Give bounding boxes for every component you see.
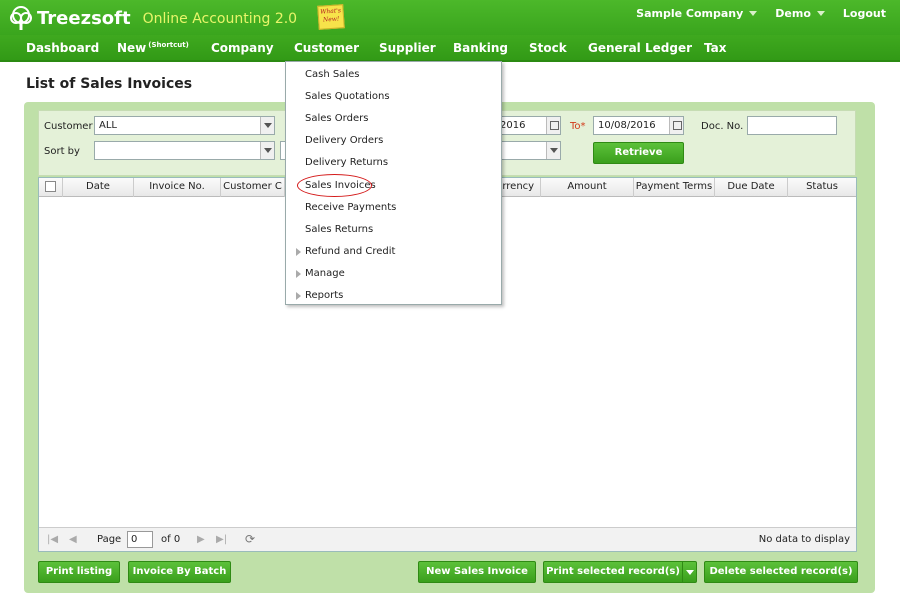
prev-page-icon[interactable]: ◀ (69, 534, 77, 545)
to-date-input[interactable]: 10/08/2016 (593, 116, 684, 135)
menu-item-label: Sales Orders (305, 113, 369, 124)
first-page-icon[interactable]: |◀ (47, 534, 58, 545)
new-sales-invoice-button[interactable]: New Sales Invoice (418, 561, 536, 583)
logo[interactable]: Treezsoft Online Accounting 2.0 (8, 5, 297, 31)
col-payment-terms[interactable]: Payment Terms (634, 178, 715, 197)
menu-item-sales-quotations[interactable]: Sales Quotations (286, 86, 501, 108)
page-count: of 0 (161, 534, 181, 545)
customer-select-value: ALL (99, 120, 117, 131)
menu-item-delivery-orders[interactable]: Delivery Orders (286, 130, 501, 152)
menu-item-label: Refund and Credit (305, 246, 396, 257)
chevron-down-icon[interactable] (546, 142, 560, 159)
menu-item-label: Cash Sales (305, 69, 360, 80)
chevron-right-icon (296, 292, 301, 300)
menu-item-manage[interactable]: Manage (286, 263, 501, 285)
menu-item-label: Sales Quotations (305, 91, 390, 102)
col-status[interactable]: Status (788, 178, 856, 197)
grid-pager: |◀ ◀ Page 0 of 0 ▶ ▶| ⟳ No data to displ… (39, 527, 856, 551)
menu-item-label: Delivery Orders (305, 135, 384, 146)
logout-link[interactable]: Logout (843, 7, 886, 20)
col-date[interactable]: Date (63, 178, 134, 197)
retrieve-button[interactable]: Retrieve (593, 142, 684, 164)
highlight-circle (297, 174, 372, 197)
col-customer-code[interactable]: Customer C (221, 178, 285, 197)
calendar-icon[interactable] (546, 117, 560, 134)
user-area: Sample Company Demo Logout (618, 7, 886, 20)
invoice-by-batch-button[interactable]: Invoice By Batch (128, 561, 231, 583)
customer-label: Customer (44, 121, 93, 132)
select-all-cell (39, 178, 63, 197)
page-number-input[interactable]: 0 (127, 531, 153, 548)
tree-logo-icon (10, 6, 32, 30)
user-menu-label: Demo (775, 7, 811, 20)
menu-item-label: Delivery Returns (305, 157, 389, 168)
grid-status: No data to display (758, 534, 850, 545)
page-label: Page (97, 534, 122, 545)
refresh-icon[interactable]: ⟳ (245, 532, 255, 546)
page-title: List of Sales Invoices (26, 76, 193, 92)
nav-customer[interactable]: Customer (294, 41, 359, 55)
menu-item-cash-sales[interactable]: Cash Sales (286, 64, 501, 86)
nav-supplier[interactable]: Supplier (379, 41, 436, 55)
product-name: Online Accounting 2.0 (142, 11, 298, 27)
next-page-icon[interactable]: ▶ (197, 534, 205, 545)
chevron-down-icon[interactable] (260, 117, 274, 134)
col-due-date[interactable]: Due Date (715, 178, 788, 197)
menu-item-sales-returns[interactable]: Sales Returns (286, 219, 501, 241)
nav-general-ledger[interactable]: General Ledger (588, 41, 692, 55)
chevron-right-icon (296, 270, 301, 278)
select-all-checkbox[interactable] (45, 181, 56, 192)
menu-item-reports[interactable]: Reports (286, 285, 501, 307)
from-date-input[interactable]: 2016 (495, 116, 561, 135)
print-listing-button[interactable]: Print listing (38, 561, 120, 583)
calendar-icon[interactable] (669, 117, 683, 134)
nav-company[interactable]: Company (211, 41, 274, 55)
col-amount[interactable]: Amount (541, 178, 634, 197)
main-nav: Dashboard New (Shortcut) Company Customer… (0, 35, 900, 62)
nav-stock[interactable]: Stock (529, 41, 567, 55)
nav-new[interactable]: New (Shortcut) (117, 41, 189, 55)
chevron-down-icon (816, 11, 825, 16)
menu-item-refund-and-credit[interactable]: Refund and Credit (286, 241, 501, 263)
print-selected-label: Print selected record(s) (546, 566, 680, 577)
nav-dashboard[interactable]: Dashboard (26, 41, 99, 55)
delete-selected-button[interactable]: Delete selected record(s) (704, 561, 858, 583)
doc-no-input[interactable] (747, 116, 837, 135)
nav-new-shortcut: (Shortcut) (148, 41, 189, 49)
nav-tax[interactable]: Tax (704, 41, 726, 55)
from-date-value: 2016 (500, 120, 526, 131)
company-menu[interactable]: Sample Company (636, 7, 758, 20)
chevron-down-icon (749, 11, 758, 16)
col-invoice-no[interactable]: Invoice No. (134, 178, 221, 197)
chevron-right-icon (296, 248, 301, 256)
menu-item-label: Receive Payments (305, 202, 397, 213)
chevron-down-icon[interactable] (682, 562, 696, 582)
menu-item-delivery-returns[interactable]: Delivery Returns (286, 152, 501, 174)
secondary-select[interactable] (495, 141, 561, 160)
doc-no-label: Doc. No. (701, 121, 744, 132)
chevron-down-icon[interactable] (260, 142, 274, 159)
to-date-value: 10/08/2016 (598, 120, 656, 131)
last-page-icon[interactable]: ▶| (216, 534, 227, 545)
to-date-label: To* (570, 121, 586, 132)
top-bar: Treezsoft Online Accounting 2.0 What's N… (0, 0, 900, 35)
menu-item-receive-payments[interactable]: Receive Payments (286, 197, 501, 219)
brand-name: Treezsoft (37, 7, 131, 29)
print-selected-button[interactable]: Print selected record(s) (543, 561, 697, 583)
customer-select[interactable]: ALL (94, 116, 275, 135)
sort-label: Sort by (44, 146, 80, 157)
menu-item-sales-orders[interactable]: Sales Orders (286, 108, 501, 130)
menu-item-label: Reports (305, 290, 344, 301)
user-menu[interactable]: Demo (775, 7, 825, 20)
sort-select[interactable] (94, 141, 275, 160)
nav-new-label: New (117, 41, 147, 55)
menu-item-label: Sales Returns (305, 224, 374, 235)
nav-banking[interactable]: Banking (453, 41, 508, 55)
company-menu-label: Sample Company (636, 7, 744, 20)
menu-item-label: Manage (305, 268, 345, 279)
whats-new-note[interactable]: What's New! (317, 4, 345, 30)
